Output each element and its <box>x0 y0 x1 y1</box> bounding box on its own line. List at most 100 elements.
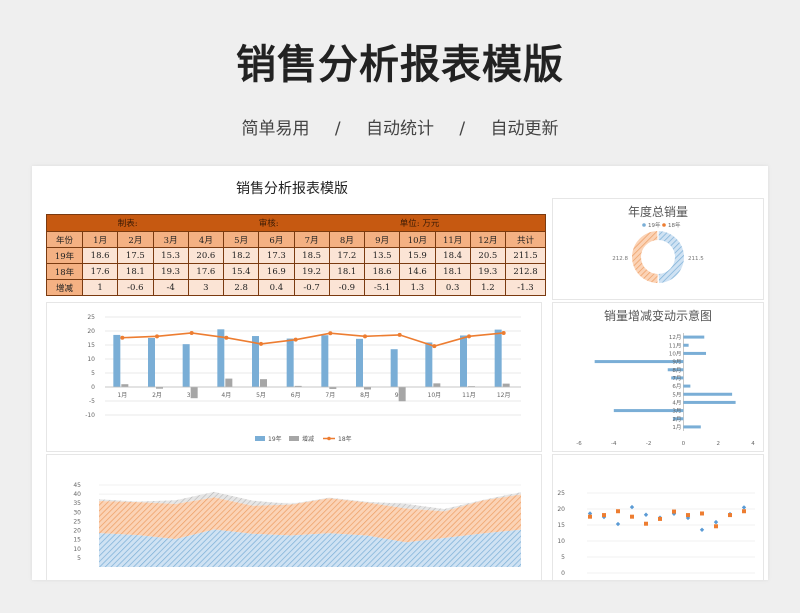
table-cell: 18.1 <box>328 263 366 280</box>
donut-chart: 211.5 212.8 19年 18年 <box>612 221 704 283</box>
bar-19 <box>113 334 121 387</box>
table-cell: 18.6 <box>363 263 401 280</box>
scatter-point-18 <box>742 509 746 514</box>
bar-change <box>398 387 406 402</box>
table-cell: 15.4 <box>222 263 260 280</box>
point-18 <box>189 330 194 335</box>
table-cell: 17.3 <box>258 247 295 264</box>
bar-19 <box>390 349 398 387</box>
table-cell: 17.6 <box>187 263 225 280</box>
point-18 <box>155 334 159 339</box>
y-tick-label: 10 <box>87 356 95 363</box>
sales-table: 制表: 审核: 单位: 万元 年份 1月 2月 3月 4月 5月 6月 7月 8月 9月 10月 11… <box>45 214 546 296</box>
table-cell: 19.3 <box>152 263 189 280</box>
column-header: 共计 <box>505 231 546 248</box>
table-cell: 18.1 <box>117 263 154 280</box>
scatter-point-18 <box>658 516 662 521</box>
y-tick-label: 10 <box>73 546 81 553</box>
table-cell: 13.5 <box>363 247 401 264</box>
y-tick-label: 5 <box>561 554 565 561</box>
table-cell: 18.2 <box>222 247 260 264</box>
change-bar <box>683 384 691 388</box>
table-cell: -0.6 <box>117 279 154 296</box>
line-18 <box>122 332 504 347</box>
table-cell: 3 <box>187 279 225 296</box>
scatter-point-18 <box>700 511 704 516</box>
bar-19 <box>494 329 502 387</box>
column-header: 10月 <box>399 231 436 248</box>
y-tick-label: 12月 <box>669 334 682 341</box>
y-tick-label: 7月 <box>672 375 681 382</box>
column-header: 9月 <box>363 231 401 248</box>
scatter-panel: 0 5 10 15 20 25 <box>552 454 764 580</box>
reviewer-label: 审核: <box>258 214 330 232</box>
hero-sub-item: 简单易用 <box>241 119 310 139</box>
point-18 <box>501 330 506 335</box>
table-cell: 19.3 <box>469 263 507 280</box>
point-18 <box>432 344 437 349</box>
y-tick-label: 15 <box>87 342 95 349</box>
table-cell: -1.3 <box>505 279 546 296</box>
column-header: 年份 <box>46 231 83 248</box>
area-chart-panel: 5 10 15 20 25 30 35 40 45 <box>46 454 542 580</box>
point-18 <box>224 335 229 340</box>
column-header: 8月 <box>328 231 366 248</box>
y-tick-label: 8月 <box>672 367 681 374</box>
y-tick-label: 11月 <box>669 342 682 349</box>
x-tick-label: 10月 <box>428 392 442 399</box>
scatter-point-18 <box>672 509 676 514</box>
column-header: 6月 <box>258 231 295 248</box>
donut-data-label: 211.5 <box>688 256 704 262</box>
donut-panel: 年度总销量 211.5 212.8 19年 18年 <box>552 198 764 300</box>
table-column-headers: 年份 1月 2月 3月 4月 5月 6月 7月 8月 9月 10月 11月 12月 共计 <box>46 231 546 248</box>
bar-19 <box>425 342 433 387</box>
table-header-band: 制表: 审核: 单位: 万元 <box>45 214 546 232</box>
table-row: 18年 17.6 18.1 19.3 17.6 15.4 16.9 19.2 18.1 18.6 1… <box>46 263 546 280</box>
y-tick-label: 5月 <box>672 391 681 398</box>
y-tick-label: 30 <box>73 509 81 516</box>
table-cell: 18.5 <box>293 247 330 264</box>
y-tick-label: -10 <box>85 412 95 419</box>
scatter-point-19 <box>643 512 649 517</box>
x-tick-label: -6 <box>576 441 582 447</box>
bar-19 <box>356 338 363 387</box>
table-cell: 18.6 <box>81 247 119 264</box>
unit-label: 单位: 万元 <box>399 214 506 232</box>
row-label: 19年 <box>46 247 83 264</box>
bar-19 <box>148 338 155 387</box>
x-tick-label: -2 <box>646 441 651 447</box>
table-row: 增减 1 -0.6 -4 3 2.8 0.4 -0.7 -0.9 -5.1 1.3 0.3 1.2 -1.… <box>46 279 546 296</box>
y-tick-label: 20 <box>73 528 81 535</box>
x-tick-label: 0 <box>682 441 686 447</box>
y-tick-label: 9月 <box>672 359 681 366</box>
table-cell: -0.7 <box>293 279 330 296</box>
x-tick-label: 7月 <box>325 392 335 399</box>
y-tick-label: 0 <box>91 384 95 391</box>
legend-swatch-change <box>289 436 299 441</box>
table-cell: 17.2 <box>328 247 366 264</box>
column-header: 12月 <box>469 231 507 248</box>
change-bar <box>683 335 705 339</box>
table-cell: 1.3 <box>399 279 436 296</box>
row-label: 18年 <box>46 263 83 280</box>
y-tick-label: -5 <box>89 398 95 405</box>
legend-swatch-18-dot <box>327 436 331 441</box>
y-tick-label: 6月 <box>672 383 681 390</box>
x-tick-label: 8月 <box>360 392 370 399</box>
x-tick-label: 4月 <box>221 392 231 399</box>
change-bar <box>683 351 707 355</box>
scatter-point-18 <box>644 521 648 526</box>
x-tick-label: 2月 <box>152 392 162 399</box>
row-label: 增减 <box>46 279 83 296</box>
legend-label: 18年 <box>338 435 352 443</box>
table-cell: 20.6 <box>187 247 225 264</box>
table-cell: 15.9 <box>399 247 436 264</box>
table-cell: 0.4 <box>258 279 295 296</box>
bar-change <box>433 383 441 387</box>
table-cell: 17.6 <box>81 263 119 280</box>
scatter-point-19 <box>713 519 719 525</box>
x-tick-label: 5月 <box>256 392 266 399</box>
y-tick-label: 5 <box>77 555 81 562</box>
bar-19 <box>286 338 294 387</box>
y-tick-label: 25 <box>557 490 565 497</box>
